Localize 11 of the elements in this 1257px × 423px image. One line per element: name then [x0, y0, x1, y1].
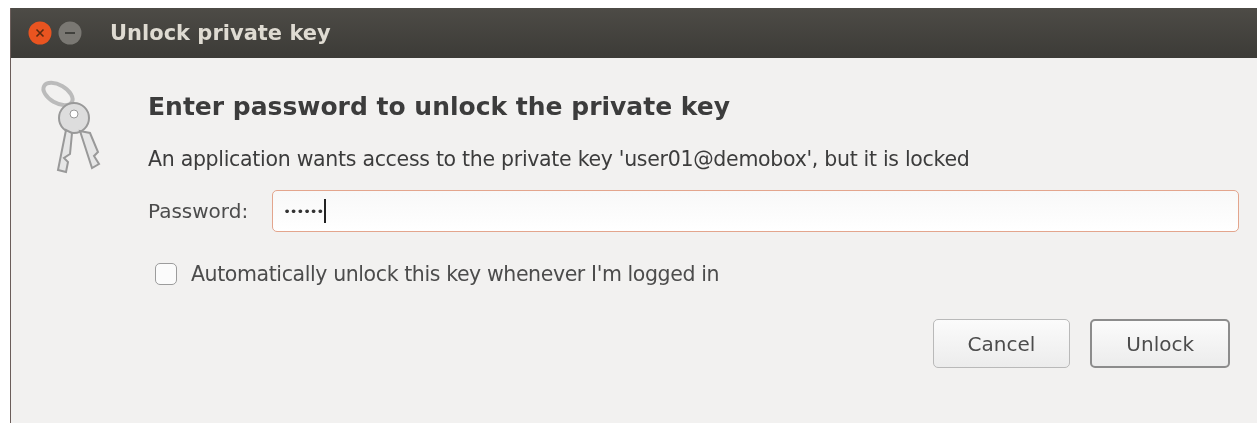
checkbox[interactable] [155, 263, 177, 285]
dialog-heading: Enter password to unlock the private key [148, 92, 732, 121]
dialog-message: An application wants access to the private key 'user01@demobox', but it is locked [148, 147, 971, 171]
password-label: Password: [148, 199, 249, 223]
checkbox-label: Automatically unlock this key whenever I'm logged in [191, 262, 720, 286]
close-icon[interactable] [28, 21, 52, 45]
password-field[interactable]: •••••• [272, 190, 1239, 232]
minimize-icon[interactable] [58, 21, 82, 45]
window-title: Unlock private key [110, 21, 331, 45]
dialog-button[interactable]: Unlock [1090, 319, 1230, 368]
dialog-button[interactable]: Cancel [932, 319, 1071, 368]
